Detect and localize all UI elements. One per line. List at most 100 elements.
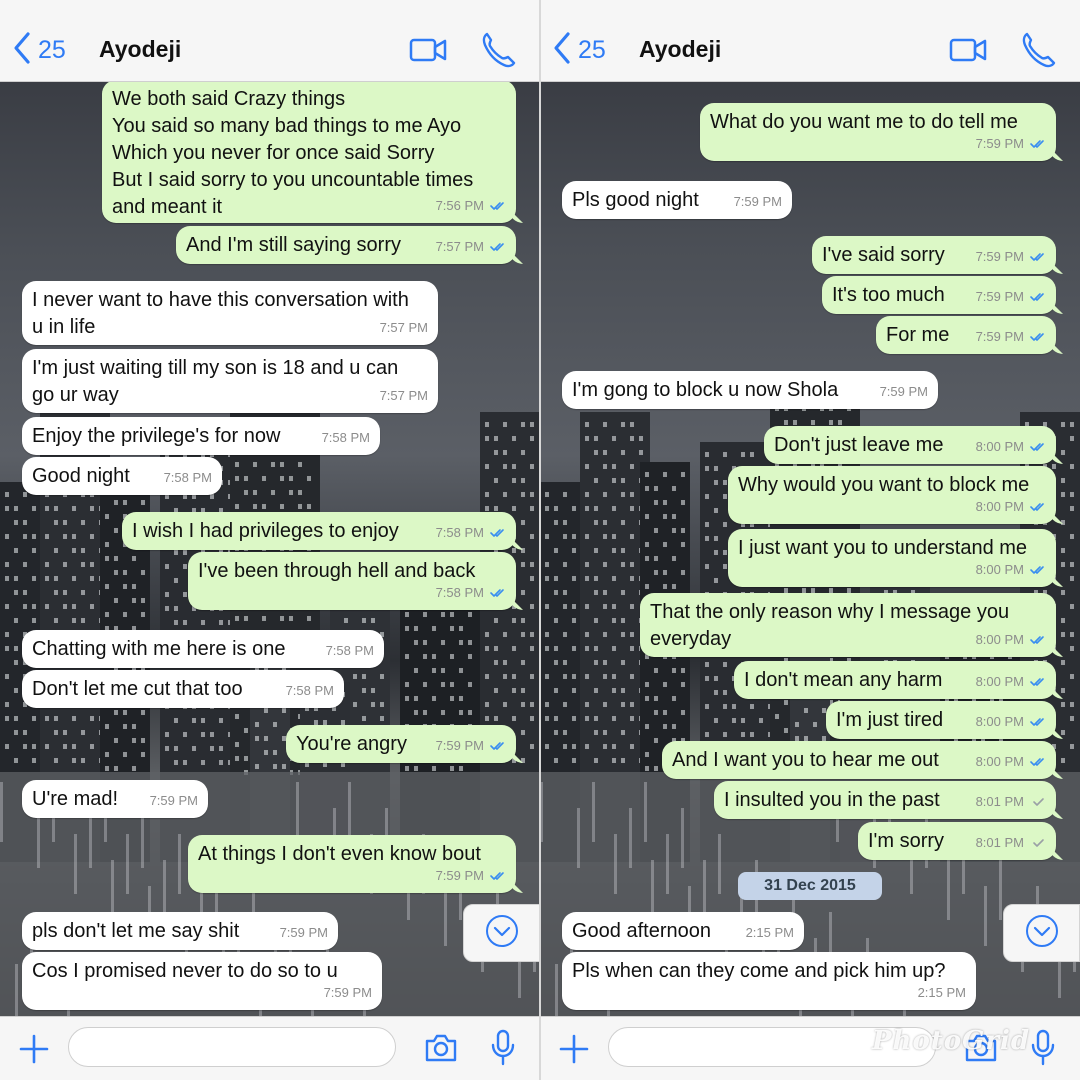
message-time: 7:59 PM (975, 136, 1024, 151)
message-input[interactable] (68, 1027, 396, 1067)
read-receipt-icon (1028, 442, 1046, 452)
message-time: 8:01 PM (975, 835, 1024, 850)
read-receipt-icon (1028, 677, 1046, 687)
outgoing-message[interactable]: At things I don't even know bout 7:59 PM (188, 835, 516, 893)
outgoing-message[interactable]: I don't mean any harm 8:00 PM (734, 661, 1056, 699)
incoming-message[interactable]: I never want to have this conversation w… (22, 281, 438, 345)
back-button[interactable]: 25 (12, 31, 66, 68)
contact-name[interactable]: Ayodeji (639, 36, 721, 63)
incoming-message[interactable]: Pls when can they come and pick him up? 2… (562, 952, 976, 1010)
contact-name[interactable]: Ayodeji (99, 36, 181, 63)
outgoing-message[interactable]: I just want you to understand me 8:00 PM (728, 529, 1056, 587)
incoming-message[interactable]: Pls good night 7:59 PM (562, 181, 792, 219)
video-call-icon[interactable] (408, 30, 448, 70)
read-receipt-icon (1028, 252, 1046, 262)
message-meta: 7:58 PM (286, 677, 334, 704)
microphone-icon[interactable] (490, 1029, 516, 1067)
read-receipt-icon (488, 528, 506, 538)
outgoing-message[interactable]: Don't just leave me 8:00 PM (764, 426, 1056, 464)
message-input-bar (0, 1016, 540, 1080)
delivered-receipt-icon (1028, 797, 1046, 807)
message-meta: 7:59 PM (150, 787, 198, 814)
outgoing-message[interactable]: What do you want me to do tell me 7:59 PM (700, 103, 1056, 161)
outgoing-message[interactable]: I wish I had privileges to enjoy 7:58 PM (122, 512, 516, 550)
outgoing-message[interactable]: I've been through hell and back 7:58 PM (188, 552, 516, 610)
message-time: 7:57 PM (379, 320, 428, 335)
outgoing-message[interactable]: I'm sorry 8:01 PM (858, 822, 1056, 860)
outgoing-message[interactable]: It's too much 7:59 PM (822, 276, 1056, 314)
collage-divider (539, 0, 541, 1080)
outgoing-message[interactable]: Why would you want to block me 8:00 PM (728, 466, 1056, 524)
incoming-message[interactable]: Don't let me cut that too 7:58 PM (22, 670, 344, 708)
incoming-message[interactable]: Enjoy the privilege's for now 7:58 PM (22, 417, 380, 455)
incoming-message[interactable]: I'm gong to block u now Shola 7:59 PM (562, 371, 938, 409)
message-meta: 8:00 PM (976, 668, 1046, 695)
message-time: 2:15 PM (917, 985, 966, 1000)
message-meta: 7:59 PM (324, 979, 372, 1006)
plus-icon[interactable] (558, 1033, 590, 1065)
outgoing-message[interactable]: You're angry 7:59 PM (286, 725, 516, 763)
message-text: Enjoy the privilege's for now (32, 425, 281, 447)
message-meta: 7:59 PM (976, 283, 1046, 310)
chevron-down-circle-icon (484, 913, 520, 954)
scroll-to-bottom-button[interactable] (1003, 904, 1080, 962)
message-time: 8:00 PM (975, 714, 1024, 729)
scroll-to-bottom-button[interactable] (463, 904, 540, 962)
incoming-message[interactable]: I'm just waiting till my son is 18 and u… (22, 349, 438, 413)
outgoing-message[interactable]: And I want you to hear me out 8:00 PM (662, 741, 1056, 779)
outgoing-message[interactable]: I insulted you in the past 8:01 PM (714, 781, 1056, 819)
message-meta: 7:58 PM (436, 579, 506, 606)
phone-call-icon[interactable] (1018, 30, 1058, 70)
message-time: 7:59 PM (733, 194, 782, 209)
incoming-message[interactable]: Chatting with me here is one 7:58 PM (22, 630, 384, 668)
date-separator: 31 Dec 2015 (738, 872, 882, 900)
camera-icon[interactable] (424, 1031, 458, 1065)
message-meta: 8:00 PM (976, 748, 1046, 775)
message-meta: 2:15 PM (746, 919, 794, 946)
message-meta: 8:00 PM (976, 626, 1046, 653)
message-time: 8:00 PM (975, 499, 1024, 514)
message-time: 7:59 PM (975, 329, 1024, 344)
read-receipt-icon (488, 201, 506, 211)
message-time: 8:00 PM (975, 754, 1024, 769)
incoming-message[interactable]: Good afternoon 2:15 PM (562, 912, 804, 950)
message-time: 7:57 PM (379, 388, 428, 403)
incoming-message[interactable]: pls don't let me say shit 7:59 PM (22, 912, 338, 950)
phone-call-icon[interactable] (478, 30, 518, 70)
message-text: Pls when can they come and pick him up? (572, 960, 946, 982)
incoming-message[interactable]: Good night 7:58 PM (22, 457, 222, 495)
read-receipt-icon (1028, 139, 1046, 149)
message-meta: 7:58 PM (322, 424, 370, 451)
message-time: 8:00 PM (975, 674, 1024, 689)
message-meta: 7:58 PM (436, 519, 506, 546)
video-call-icon[interactable] (948, 30, 988, 70)
message-time: 7:59 PM (149, 793, 198, 808)
message-meta: 7:59 PM (436, 862, 506, 889)
outgoing-message[interactable]: For me 7:59 PM (876, 316, 1056, 354)
message-meta: 8:00 PM (976, 493, 1046, 520)
read-receipt-icon (1028, 635, 1046, 645)
back-button[interactable]: 25 (552, 31, 606, 68)
message-time: 7:59 PM (879, 384, 928, 399)
message-time: 7:58 PM (325, 643, 374, 658)
unread-count: 25 (38, 35, 66, 64)
message-meta: 7:59 PM (436, 732, 506, 759)
plus-icon[interactable] (18, 1033, 50, 1065)
message-meta: 7:59 PM (880, 378, 928, 405)
microphone-icon[interactable] (1030, 1029, 1056, 1067)
incoming-message[interactable]: Cos I promised never to do so to u 7:59 P… (22, 952, 382, 1010)
outgoing-message[interactable]: We both said Crazy things You said so ma… (102, 80, 516, 223)
outgoing-message[interactable]: I've said sorry 7:59 PM (812, 236, 1056, 274)
message-meta: 8:00 PM (976, 708, 1046, 735)
message-time: 7:59 PM (323, 985, 372, 1000)
outgoing-message[interactable]: That the only reason why I message you e… (640, 593, 1056, 657)
read-receipt-icon (1028, 717, 1046, 727)
outgoing-message[interactable]: And I'm still saying sorry 7:57 PM (176, 226, 516, 264)
message-time: 7:59 PM (279, 925, 328, 940)
delivered-receipt-icon (1028, 838, 1046, 848)
message-time: 7:57 PM (435, 239, 484, 254)
message-time: 7:58 PM (321, 430, 370, 445)
outgoing-message[interactable]: I'm just tired 8:00 PM (826, 701, 1056, 739)
message-meta: 7:59 PM (976, 243, 1046, 270)
incoming-message[interactable]: U're mad! 7:59 PM (22, 780, 208, 818)
